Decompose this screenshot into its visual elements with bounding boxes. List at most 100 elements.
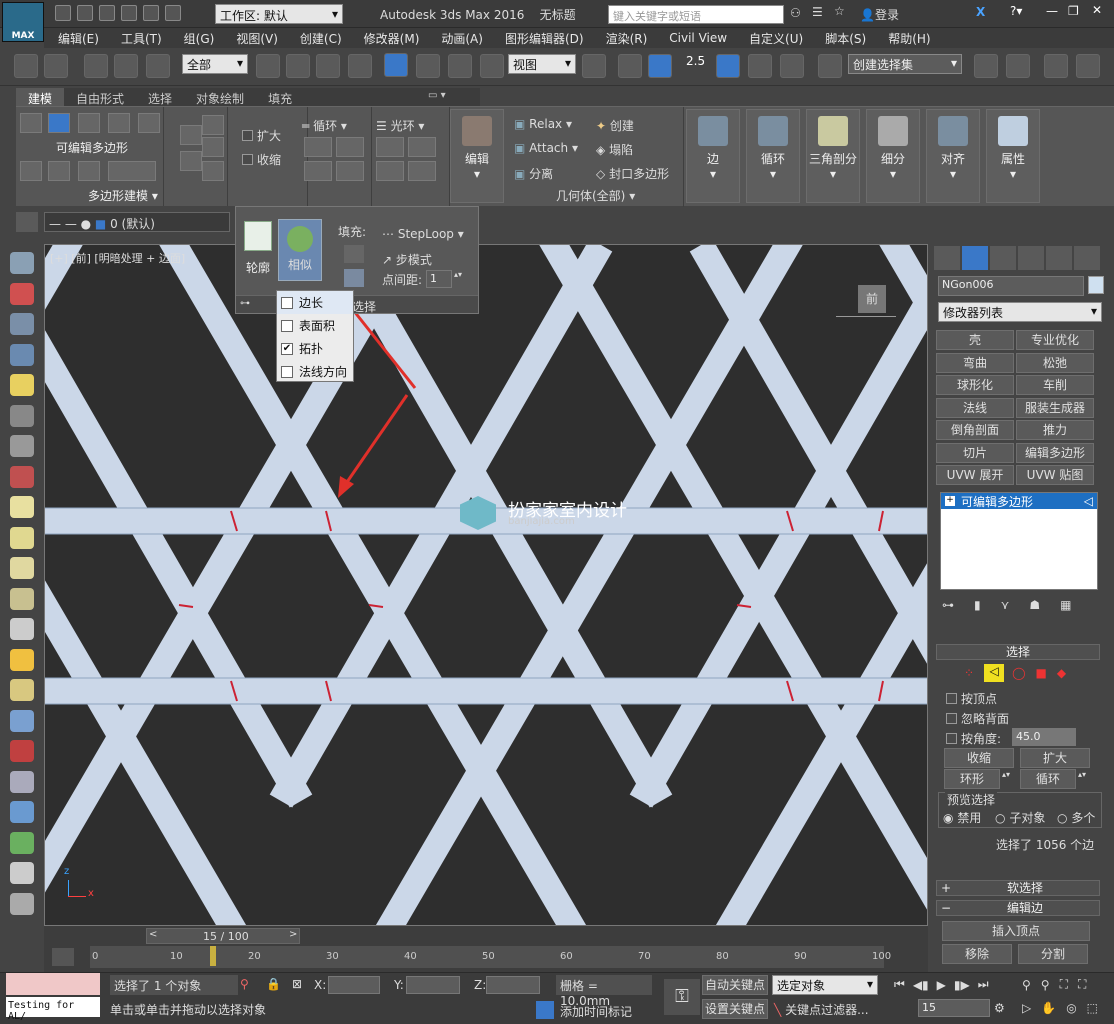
- open-file-icon[interactable]: [77, 5, 93, 21]
- time-tag-icon[interactable]: [536, 1001, 554, 1019]
- constraint-face-icon[interactable]: [180, 151, 202, 171]
- insert-vertex-button[interactable]: 插入顶点: [942, 921, 1090, 941]
- sun-icon[interactable]: [10, 648, 34, 671]
- abs-rel-icon[interactable]: ⊠: [292, 977, 302, 991]
- cap-button[interactable]: ◇ 封口多边形: [596, 165, 669, 182]
- make-unique-icon[interactable]: ⋎: [1001, 598, 1010, 612]
- object-name-input[interactable]: NGon006: [938, 276, 1084, 296]
- pin-stack-icon[interactable]: ⊶: [942, 598, 954, 612]
- add-time-tag[interactable]: 添加时间标记: [560, 1003, 632, 1020]
- pin-icon[interactable]: ⊶: [240, 298, 250, 309]
- ring-spinner[interactable]: ▴▾: [1002, 770, 1010, 779]
- z-coord-input[interactable]: [486, 976, 540, 994]
- edit-named-sel-icon[interactable]: [818, 54, 842, 78]
- time-marker[interactable]: [210, 946, 216, 966]
- ribbon-properties-button[interactable]: 属性 ▾: [986, 109, 1040, 203]
- help-icon[interactable]: ?▾: [1010, 4, 1022, 18]
- preserve-uv-icon[interactable]: [108, 161, 156, 181]
- select-object-icon[interactable]: [256, 54, 280, 78]
- auto-key-button[interactable]: 自动关键点: [702, 975, 768, 995]
- scene-explorer-icon[interactable]: [10, 313, 34, 335]
- vertex-mode-icon[interactable]: [20, 113, 42, 133]
- modify-tab-icon[interactable]: [962, 246, 988, 270]
- split-button[interactable]: 分割: [1018, 944, 1088, 964]
- loop-button[interactable]: ═ 循环 ▾: [302, 117, 347, 134]
- ball-icon[interactable]: [10, 679, 34, 701]
- percent-snap-icon[interactable]: [748, 54, 772, 78]
- display-tab-icon[interactable]: [1046, 246, 1072, 270]
- film-icon[interactable]: [10, 465, 34, 488]
- project-icon[interactable]: [165, 5, 181, 21]
- motion-tab-icon[interactable]: [1018, 246, 1044, 270]
- zoom-icon[interactable]: ⚲: [1022, 978, 1031, 992]
- pan-icon[interactable]: ✋: [1041, 1001, 1056, 1015]
- similar-option[interactable]: 边长: [277, 291, 353, 314]
- soft-selection-rollup[interactable]: + 软选择: [936, 880, 1100, 896]
- menu-item[interactable]: 组(G): [184, 30, 215, 47]
- shrink-button[interactable]: 收缩: [242, 151, 281, 168]
- hierarchy-tab-icon[interactable]: [990, 246, 1016, 270]
- loop-select-icon[interactable]: [336, 161, 364, 181]
- minimize-button[interactable]: —: [1046, 4, 1058, 18]
- configure-sets-icon[interactable]: ▦: [1060, 598, 1071, 612]
- sphere-icon[interactable]: [10, 557, 34, 579]
- camera-icon[interactable]: [10, 404, 34, 427]
- isolate-icon[interactable]: ⚲: [240, 977, 249, 991]
- spacing-input[interactable]: 1: [426, 270, 452, 288]
- similar-button[interactable]: 相似: [278, 219, 322, 281]
- goto-end-icon[interactable]: ⏭: [978, 977, 989, 992]
- menu-item[interactable]: 视图(V): [236, 30, 278, 47]
- workspace-select[interactable]: 工作区: 默认 ▾: [215, 4, 343, 24]
- preview-off-radio[interactable]: ◉ 禁用: [943, 809, 981, 826]
- similar-option[interactable]: 法线方向: [277, 360, 353, 383]
- prev-key-icon[interactable]: ◀▮: [913, 978, 929, 992]
- light-bulb-icon[interactable]: [10, 374, 34, 396]
- modifier-button[interactable]: 服装生成器: [1016, 397, 1094, 418]
- shrink-button[interactable]: 收缩: [944, 748, 1014, 768]
- loop-button[interactable]: 循环: [1020, 769, 1076, 789]
- attach-button[interactable]: ▣ Attach ▾: [514, 141, 578, 155]
- menu-item[interactable]: 修改器(M): [364, 30, 420, 47]
- cone-icon[interactable]: [10, 618, 34, 640]
- key-mode-select[interactable]: 选定对象 ▾: [772, 975, 878, 995]
- place-icon[interactable]: [480, 54, 504, 78]
- menu-item[interactable]: 渲染(R): [606, 30, 648, 47]
- polygon-mode-icon[interactable]: [108, 113, 130, 133]
- maxscript-listener[interactable]: Testing for AL/: [6, 997, 100, 1022]
- modifier-button[interactable]: 倒角剖面: [936, 420, 1014, 440]
- gear-icon[interactable]: [10, 801, 34, 823]
- y-coord-input[interactable]: [406, 976, 460, 994]
- menu-item[interactable]: 动画(A): [441, 30, 483, 47]
- angle-snap-icon[interactable]: [716, 54, 740, 78]
- modifier-button[interactable]: 弯曲: [936, 352, 1014, 373]
- new-file-icon[interactable]: [55, 5, 71, 21]
- menu-item[interactable]: Civil View: [669, 31, 727, 45]
- modifier-button[interactable]: UVW 贴图: [1016, 465, 1094, 485]
- star-icon[interactable]: ☆: [834, 4, 845, 18]
- snap-toggle[interactable]: 2.5: [686, 54, 705, 68]
- remove-button[interactable]: 移除: [942, 944, 1012, 964]
- modifier-button[interactable]: 编辑多边形: [1016, 442, 1094, 463]
- particles-icon[interactable]: [10, 709, 34, 732]
- create-tab-icon[interactable]: [934, 246, 960, 270]
- preview-multi-radio[interactable]: ○ 多个: [1057, 809, 1095, 826]
- ribbon-tris-button[interactable]: 三角剖分 ▾: [806, 109, 860, 203]
- ignore-back-checkbox[interactable]: 忽略背面: [946, 710, 1009, 727]
- pivot-center-icon[interactable]: [582, 54, 606, 78]
- constraint-edge-icon[interactable]: [202, 115, 224, 135]
- next-key-icon[interactable]: ▮▶: [954, 978, 970, 992]
- teapot-icon[interactable]: [10, 252, 34, 274]
- move-icon[interactable]: [384, 53, 408, 77]
- next-frame-icon[interactable]: >: [289, 929, 297, 940]
- detach-button[interactable]: ▣ 分离: [514, 165, 553, 182]
- object-color-swatch[interactable]: [1088, 276, 1104, 294]
- menu-item[interactable]: 帮助(H): [888, 30, 930, 47]
- hair-icon[interactable]: [10, 862, 34, 884]
- loop-add-icon[interactable]: [304, 137, 332, 157]
- ring-shift-icon[interactable]: [376, 161, 404, 181]
- modifier-button[interactable]: 壳: [936, 330, 1014, 350]
- ring-button[interactable]: ☰ 光环 ▾: [376, 117, 424, 134]
- loop-shift-icon[interactable]: [304, 161, 332, 181]
- subscription-icon[interactable]: ☰: [812, 5, 823, 19]
- modifier-button[interactable]: 球形化: [936, 375, 1014, 395]
